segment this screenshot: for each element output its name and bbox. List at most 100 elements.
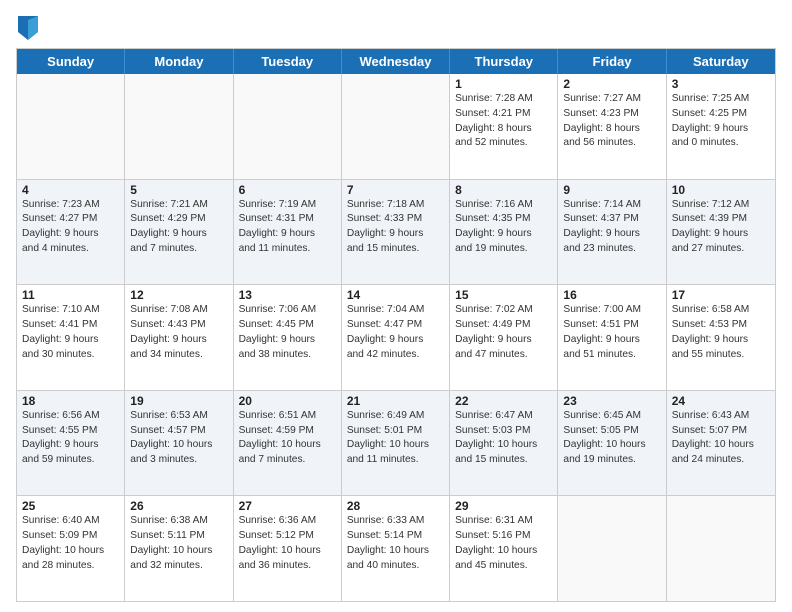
day-number: 12 [130, 288, 227, 302]
day-cell-26: 26Sunrise: 6:38 AMSunset: 5:11 PMDayligh… [125, 496, 233, 601]
day-number: 1 [455, 77, 552, 91]
day-info: Sunrise: 6:45 AMSunset: 5:05 PMDaylight:… [563, 409, 660, 468]
day-number: 27 [239, 499, 336, 513]
header-day-monday: Monday [125, 49, 233, 74]
empty-cell [234, 74, 342, 179]
day-cell-28: 28Sunrise: 6:33 AMSunset: 5:14 PMDayligh… [342, 496, 450, 601]
day-info: Sunrise: 6:43 AMSunset: 5:07 PMDaylight:… [672, 409, 770, 468]
day-number: 21 [347, 394, 444, 408]
day-info: Sunrise: 7:14 AMSunset: 4:37 PMDaylight:… [563, 198, 660, 257]
day-info: Sunrise: 6:47 AMSunset: 5:03 PMDaylight:… [455, 409, 552, 468]
day-number: 4 [22, 183, 119, 197]
day-number: 8 [455, 183, 552, 197]
day-info: Sunrise: 6:53 AMSunset: 4:57 PMDaylight:… [130, 409, 227, 468]
day-info: Sunrise: 7:04 AMSunset: 4:47 PMDaylight:… [347, 303, 444, 362]
day-cell-16: 16Sunrise: 7:00 AMSunset: 4:51 PMDayligh… [558, 285, 666, 390]
empty-cell [667, 496, 775, 601]
day-number: 19 [130, 394, 227, 408]
day-number: 23 [563, 394, 660, 408]
day-info: Sunrise: 7:08 AMSunset: 4:43 PMDaylight:… [130, 303, 227, 362]
day-cell-17: 17Sunrise: 6:58 AMSunset: 4:53 PMDayligh… [667, 285, 775, 390]
day-info: Sunrise: 6:40 AMSunset: 5:09 PMDaylight:… [22, 514, 119, 573]
empty-cell [342, 74, 450, 179]
day-cell-4: 4Sunrise: 7:23 AMSunset: 4:27 PMDaylight… [17, 180, 125, 285]
day-info: Sunrise: 7:27 AMSunset: 4:23 PMDaylight:… [563, 92, 660, 151]
calendar-week-4: 18Sunrise: 6:56 AMSunset: 4:55 PMDayligh… [17, 391, 775, 497]
day-number: 18 [22, 394, 119, 408]
day-cell-27: 27Sunrise: 6:36 AMSunset: 5:12 PMDayligh… [234, 496, 342, 601]
day-cell-3: 3Sunrise: 7:25 AMSunset: 4:25 PMDaylight… [667, 74, 775, 179]
day-cell-5: 5Sunrise: 7:21 AMSunset: 4:29 PMDaylight… [125, 180, 233, 285]
header-day-thursday: Thursday [450, 49, 558, 74]
day-number: 20 [239, 394, 336, 408]
day-info: Sunrise: 7:19 AMSunset: 4:31 PMDaylight:… [239, 198, 336, 257]
day-cell-11: 11Sunrise: 7:10 AMSunset: 4:41 PMDayligh… [17, 285, 125, 390]
empty-cell [125, 74, 233, 179]
day-number: 25 [22, 499, 119, 513]
day-info: Sunrise: 6:33 AMSunset: 5:14 PMDaylight:… [347, 514, 444, 573]
day-cell-24: 24Sunrise: 6:43 AMSunset: 5:07 PMDayligh… [667, 391, 775, 496]
calendar-week-2: 4Sunrise: 7:23 AMSunset: 4:27 PMDaylight… [17, 180, 775, 286]
day-info: Sunrise: 7:23 AMSunset: 4:27 PMDaylight:… [22, 198, 119, 257]
day-number: 6 [239, 183, 336, 197]
day-cell-8: 8Sunrise: 7:16 AMSunset: 4:35 PMDaylight… [450, 180, 558, 285]
day-cell-23: 23Sunrise: 6:45 AMSunset: 5:05 PMDayligh… [558, 391, 666, 496]
day-number: 3 [672, 77, 770, 91]
calendar-week-5: 25Sunrise: 6:40 AMSunset: 5:09 PMDayligh… [17, 496, 775, 601]
day-cell-12: 12Sunrise: 7:08 AMSunset: 4:43 PMDayligh… [125, 285, 233, 390]
logo [16, 16, 38, 40]
day-cell-15: 15Sunrise: 7:02 AMSunset: 4:49 PMDayligh… [450, 285, 558, 390]
day-cell-22: 22Sunrise: 6:47 AMSunset: 5:03 PMDayligh… [450, 391, 558, 496]
day-info: Sunrise: 6:31 AMSunset: 5:16 PMDaylight:… [455, 514, 552, 573]
day-cell-19: 19Sunrise: 6:53 AMSunset: 4:57 PMDayligh… [125, 391, 233, 496]
header-day-saturday: Saturday [667, 49, 775, 74]
day-info: Sunrise: 7:18 AMSunset: 4:33 PMDaylight:… [347, 198, 444, 257]
day-info: Sunrise: 7:28 AMSunset: 4:21 PMDaylight:… [455, 92, 552, 151]
day-info: Sunrise: 6:51 AMSunset: 4:59 PMDaylight:… [239, 409, 336, 468]
day-number: 10 [672, 183, 770, 197]
day-cell-2: 2Sunrise: 7:27 AMSunset: 4:23 PMDaylight… [558, 74, 666, 179]
header-day-tuesday: Tuesday [234, 49, 342, 74]
header [16, 16, 776, 40]
day-info: Sunrise: 6:49 AMSunset: 5:01 PMDaylight:… [347, 409, 444, 468]
day-number: 14 [347, 288, 444, 302]
day-info: Sunrise: 7:06 AMSunset: 4:45 PMDaylight:… [239, 303, 336, 362]
day-number: 7 [347, 183, 444, 197]
day-cell-25: 25Sunrise: 6:40 AMSunset: 5:09 PMDayligh… [17, 496, 125, 601]
day-number: 29 [455, 499, 552, 513]
empty-cell [17, 74, 125, 179]
header-day-sunday: Sunday [17, 49, 125, 74]
calendar-header-row: SundayMondayTuesdayWednesdayThursdayFrid… [17, 49, 775, 74]
day-number: 16 [563, 288, 660, 302]
day-info: Sunrise: 7:10 AMSunset: 4:41 PMDaylight:… [22, 303, 119, 362]
day-info: Sunrise: 7:16 AMSunset: 4:35 PMDaylight:… [455, 198, 552, 257]
day-cell-1: 1Sunrise: 7:28 AMSunset: 4:21 PMDaylight… [450, 74, 558, 179]
day-number: 15 [455, 288, 552, 302]
calendar-body: 1Sunrise: 7:28 AMSunset: 4:21 PMDaylight… [17, 74, 775, 601]
day-info: Sunrise: 7:02 AMSunset: 4:49 PMDaylight:… [455, 303, 552, 362]
day-number: 24 [672, 394, 770, 408]
day-info: Sunrise: 7:12 AMSunset: 4:39 PMDaylight:… [672, 198, 770, 257]
day-cell-14: 14Sunrise: 7:04 AMSunset: 4:47 PMDayligh… [342, 285, 450, 390]
day-cell-20: 20Sunrise: 6:51 AMSunset: 4:59 PMDayligh… [234, 391, 342, 496]
day-info: Sunrise: 6:56 AMSunset: 4:55 PMDaylight:… [22, 409, 119, 468]
day-number: 26 [130, 499, 227, 513]
page: SundayMondayTuesdayWednesdayThursdayFrid… [0, 0, 792, 612]
calendar-week-3: 11Sunrise: 7:10 AMSunset: 4:41 PMDayligh… [17, 285, 775, 391]
day-info: Sunrise: 7:21 AMSunset: 4:29 PMDaylight:… [130, 198, 227, 257]
day-cell-18: 18Sunrise: 6:56 AMSunset: 4:55 PMDayligh… [17, 391, 125, 496]
day-number: 11 [22, 288, 119, 302]
day-number: 17 [672, 288, 770, 302]
day-number: 22 [455, 394, 552, 408]
day-info: Sunrise: 7:25 AMSunset: 4:25 PMDaylight:… [672, 92, 770, 151]
header-day-wednesday: Wednesday [342, 49, 450, 74]
day-cell-9: 9Sunrise: 7:14 AMSunset: 4:37 PMDaylight… [558, 180, 666, 285]
day-number: 9 [563, 183, 660, 197]
day-cell-6: 6Sunrise: 7:19 AMSunset: 4:31 PMDaylight… [234, 180, 342, 285]
day-info: Sunrise: 6:36 AMSunset: 5:12 PMDaylight:… [239, 514, 336, 573]
calendar-week-1: 1Sunrise: 7:28 AMSunset: 4:21 PMDaylight… [17, 74, 775, 180]
empty-cell [558, 496, 666, 601]
logo-icon [18, 16, 38, 40]
day-cell-29: 29Sunrise: 6:31 AMSunset: 5:16 PMDayligh… [450, 496, 558, 601]
day-info: Sunrise: 7:00 AMSunset: 4:51 PMDaylight:… [563, 303, 660, 362]
